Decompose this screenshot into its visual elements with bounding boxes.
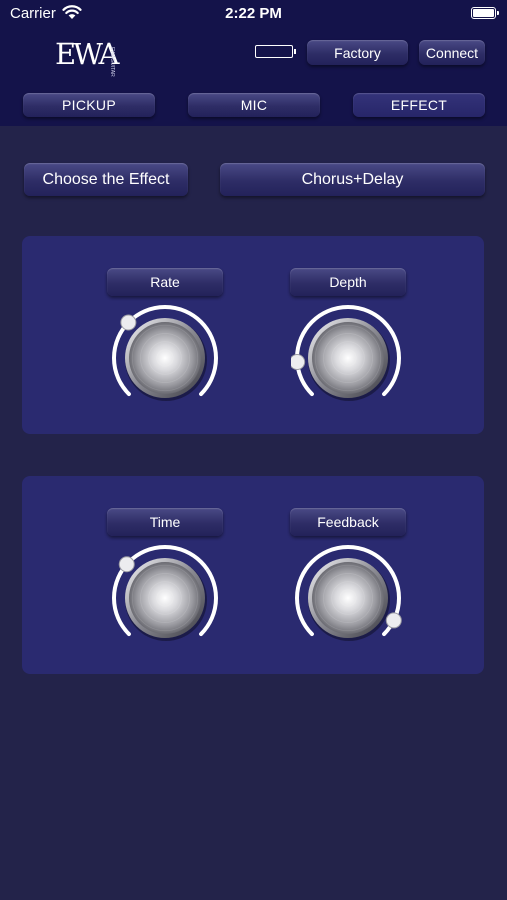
knob-indicator (385, 612, 402, 629)
depth-label: Depth (290, 268, 406, 296)
tab-effect[interactable]: EFFECT (353, 93, 485, 117)
phone-battery-icon (471, 7, 499, 19)
feedback-knob[interactable] (291, 541, 405, 655)
status-bar: Carrier 2:22 PM (0, 0, 507, 30)
rate-label: Rate (107, 268, 223, 296)
time-label: Time (107, 508, 223, 536)
rate-knob[interactable] (108, 301, 222, 415)
knob-body (312, 562, 384, 634)
clock: 2:22 PM (225, 5, 282, 22)
effect-selector[interactable]: Chorus+Delay (220, 163, 485, 196)
ewa-logo: EWA EWAGUITAR (55, 37, 127, 77)
knob-panel-bottom (22, 476, 484, 674)
choose-effect-label: Choose the Effect (24, 163, 188, 196)
knob-body (129, 562, 201, 634)
depth-knob[interactable] (291, 301, 405, 415)
device-battery-icon (255, 45, 296, 58)
knob-indicator (120, 314, 137, 331)
logo-text: EWA (55, 37, 120, 71)
logo-subtext: EWAGUITAR (109, 47, 115, 77)
knob-body (129, 322, 201, 394)
knob-indicator (291, 354, 306, 370)
time-knob[interactable] (108, 541, 222, 655)
tab-mic[interactable]: MIC (188, 93, 320, 117)
factory-button[interactable]: Factory (307, 40, 408, 65)
app-screen: Carrier 2:22 PM EWA EWAGUITAR Factory Co… (0, 0, 507, 900)
knob-body (312, 322, 384, 394)
knob-panel-top (22, 236, 484, 434)
header-bar: Carrier 2:22 PM EWA EWAGUITAR Factory Co… (0, 0, 507, 126)
knob-indicator (118, 556, 135, 573)
tab-pickup[interactable]: PICKUP (23, 93, 155, 117)
feedback-label: Feedback (290, 508, 406, 536)
connect-button[interactable]: Connect (419, 40, 485, 65)
